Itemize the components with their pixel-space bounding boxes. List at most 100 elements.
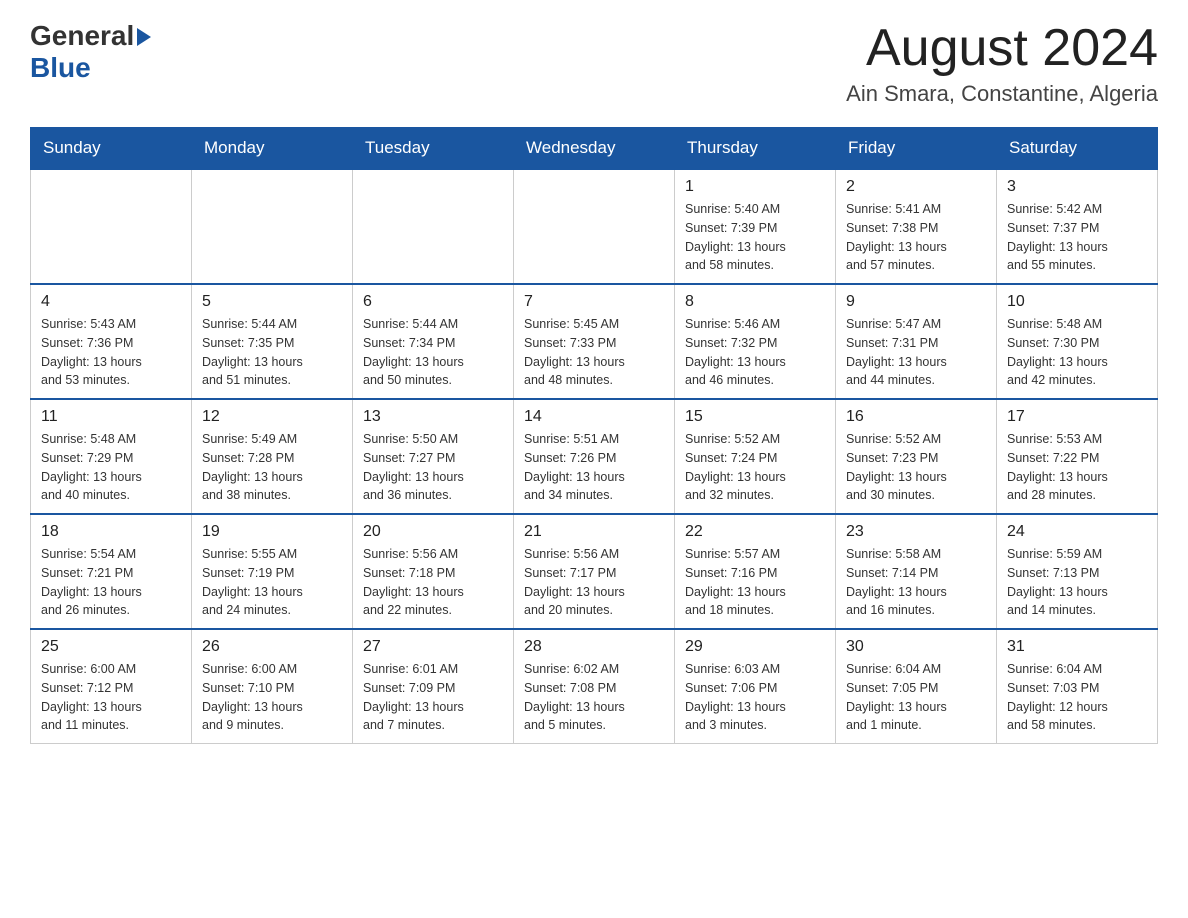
day-cell-4-5: 22 Sunrise: 5:57 AMSunset: 7:16 PMDayligh… — [675, 514, 836, 629]
day-number: 12 — [202, 408, 342, 426]
logo-blue-text: Blue — [30, 52, 91, 84]
day-info: Sunrise: 5:58 AMSunset: 7:14 PMDaylight:… — [846, 545, 986, 620]
day-info: Sunrise: 5:46 AMSunset: 7:32 PMDaylight:… — [685, 315, 825, 390]
day-info: Sunrise: 6:02 AMSunset: 7:08 PMDaylight:… — [524, 660, 664, 735]
day-cell-2-7: 10 Sunrise: 5:48 AMSunset: 7:30 PMDayligh… — [997, 284, 1158, 399]
day-cell-2-6: 9 Sunrise: 5:47 AMSunset: 7:31 PMDaylight… — [836, 284, 997, 399]
day-info: Sunrise: 5:44 AMSunset: 7:35 PMDaylight:… — [202, 315, 342, 390]
day-number: 17 — [1007, 408, 1147, 426]
week-row-3: 11Sunrise: 5:48 AMSunset: 7:29 PMDayligh… — [31, 399, 1158, 514]
day-number: 13 — [363, 408, 503, 426]
day-cell-3-3: 13 Sunrise: 5:50 AMSunset: 7:27 PMDayligh… — [353, 399, 514, 514]
day-cell-3-6: 16Sunrise: 5:52 AMSunset: 7:23 PMDayligh… — [836, 399, 997, 514]
day-info: Sunrise: 5:40 AMSunset: 7:39 PMDaylight:… — [685, 200, 825, 275]
day-cell-4-2: 19 Sunrise: 5:55 AMSunset: 7:19 PMDayligh… — [192, 514, 353, 629]
day-info: Sunrise: 5:48 AMSunset: 7:29 PMDaylight:… — [41, 430, 181, 505]
day-info: Sunrise: 5:56 AMSunset: 7:17 PMDaylight:… — [524, 545, 664, 620]
day-info: Sunrise: 5:50 AMSunset: 7:27 PMDaylight:… — [363, 430, 503, 505]
day-info: Sunrise: 5:47 AMSunset: 7:31 PMDaylight:… — [846, 315, 986, 390]
week-row-1: 1 Sunrise: 5:40 AMSunset: 7:39 PMDaylight… — [31, 169, 1158, 284]
day-number: 21 — [524, 523, 664, 541]
day-number: 23 — [846, 523, 986, 541]
day-number: 15 — [685, 408, 825, 426]
day-info: Sunrise: 5:56 AMSunset: 7:18 PMDaylight:… — [363, 545, 503, 620]
day-info: Sunrise: 5:59 AMSunset: 7:13 PMDaylight:… — [1007, 545, 1147, 620]
header: General Blue August 2024 Ain Smara, Cons… — [30, 20, 1158, 107]
day-cell-5-7: 31 Sunrise: 6:04 AMSunset: 7:03 PMDayligh… — [997, 629, 1158, 744]
day-info: Sunrise: 5:49 AMSunset: 7:28 PMDaylight:… — [202, 430, 342, 505]
day-info: Sunrise: 6:04 AMSunset: 7:03 PMDaylight:… — [1007, 660, 1147, 735]
header-thursday: Thursday — [675, 128, 836, 170]
logo-text: General — [30, 20, 151, 52]
day-cell-1-5: 1 Sunrise: 5:40 AMSunset: 7:39 PMDaylight… — [675, 169, 836, 284]
day-info: Sunrise: 5:41 AMSunset: 7:38 PMDaylight:… — [846, 200, 986, 275]
day-cell-3-5: 15 Sunrise: 5:52 AMSunset: 7:24 PMDayligh… — [675, 399, 836, 514]
day-cell-4-3: 20 Sunrise: 5:56 AMSunset: 7:18 PMDayligh… — [353, 514, 514, 629]
day-cell-2-1: 4Sunrise: 5:43 AMSunset: 7:36 PMDaylight… — [31, 284, 192, 399]
day-cell-1-3 — [353, 169, 514, 284]
header-friday: Friday — [836, 128, 997, 170]
day-cell-5-3: 27 Sunrise: 6:01 AMSunset: 7:09 PMDayligh… — [353, 629, 514, 744]
header-monday: Monday — [192, 128, 353, 170]
day-info: Sunrise: 5:57 AMSunset: 7:16 PMDaylight:… — [685, 545, 825, 620]
day-cell-4-7: 24 Sunrise: 5:59 AMSunset: 7:13 PMDayligh… — [997, 514, 1158, 629]
day-cell-1-7: 3Sunrise: 5:42 AMSunset: 7:37 PMDaylight… — [997, 169, 1158, 284]
day-number: 8 — [685, 293, 825, 311]
day-cell-3-7: 17 Sunrise: 5:53 AMSunset: 7:22 PMDayligh… — [997, 399, 1158, 514]
day-info: Sunrise: 5:43 AMSunset: 7:36 PMDaylight:… — [41, 315, 181, 390]
day-cell-4-1: 18Sunrise: 5:54 AMSunset: 7:21 PMDayligh… — [31, 514, 192, 629]
day-info: Sunrise: 5:44 AMSunset: 7:34 PMDaylight:… — [363, 315, 503, 390]
day-number: 24 — [1007, 523, 1147, 541]
day-number: 20 — [363, 523, 503, 541]
day-info: Sunrise: 5:52 AMSunset: 7:24 PMDaylight:… — [685, 430, 825, 505]
day-number: 22 — [685, 523, 825, 541]
day-cell-2-5: 8 Sunrise: 5:46 AMSunset: 7:32 PMDaylight… — [675, 284, 836, 399]
day-info: Sunrise: 6:04 AMSunset: 7:05 PMDaylight:… — [846, 660, 986, 735]
day-number: 18 — [41, 523, 181, 541]
day-number: 25 — [41, 638, 181, 656]
day-cell-5-4: 28 Sunrise: 6:02 AMSunset: 7:08 PMDayligh… — [514, 629, 675, 744]
day-info: Sunrise: 5:55 AMSunset: 7:19 PMDaylight:… — [202, 545, 342, 620]
week-row-5: 25Sunrise: 6:00 AMSunset: 7:12 PMDayligh… — [31, 629, 1158, 744]
day-cell-1-1 — [31, 169, 192, 284]
day-number: 10 — [1007, 293, 1147, 311]
day-cell-4-4: 21 Sunrise: 5:56 AMSunset: 7:17 PMDayligh… — [514, 514, 675, 629]
title-area: August 2024 Ain Smara, Constantine, Alge… — [846, 20, 1158, 107]
day-cell-4-6: 23 Sunrise: 5:58 AMSunset: 7:14 PMDayligh… — [836, 514, 997, 629]
day-cell-5-5: 29Sunrise: 6:03 AMSunset: 7:06 PMDayligh… — [675, 629, 836, 744]
calendar-table: Sunday Monday Tuesday Wednesday Thursday… — [30, 127, 1158, 744]
day-number: 7 — [524, 293, 664, 311]
day-info: Sunrise: 6:00 AMSunset: 7:10 PMDaylight:… — [202, 660, 342, 735]
day-cell-3-2: 12 Sunrise: 5:49 AMSunset: 7:28 PMDayligh… — [192, 399, 353, 514]
day-info: Sunrise: 5:48 AMSunset: 7:30 PMDaylight:… — [1007, 315, 1147, 390]
day-number: 19 — [202, 523, 342, 541]
day-cell-5-2: 26 Sunrise: 6:00 AMSunset: 7:10 PMDayligh… — [192, 629, 353, 744]
day-number: 31 — [1007, 638, 1147, 656]
header-sunday: Sunday — [31, 128, 192, 170]
day-number: 1 — [685, 178, 825, 196]
day-number: 29 — [685, 638, 825, 656]
day-info: Sunrise: 5:53 AMSunset: 7:22 PMDaylight:… — [1007, 430, 1147, 505]
day-cell-2-3: 6 Sunrise: 5:44 AMSunset: 7:34 PMDaylight… — [353, 284, 514, 399]
day-number: 3 — [1007, 178, 1147, 196]
day-number: 6 — [363, 293, 503, 311]
header-saturday: Saturday — [997, 128, 1158, 170]
day-cell-1-4 — [514, 169, 675, 284]
subtitle: Ain Smara, Constantine, Algeria — [846, 81, 1158, 107]
day-cell-2-2: 5Sunrise: 5:44 AMSunset: 7:35 PMDaylight… — [192, 284, 353, 399]
logo: General Blue — [30, 20, 151, 84]
day-cell-5-1: 25Sunrise: 6:00 AMSunset: 7:12 PMDayligh… — [31, 629, 192, 744]
day-cell-5-6: 30Sunrise: 6:04 AMSunset: 7:05 PMDayligh… — [836, 629, 997, 744]
day-number: 26 — [202, 638, 342, 656]
day-number: 27 — [363, 638, 503, 656]
day-cell-1-6: 2Sunrise: 5:41 AMSunset: 7:38 PMDaylight… — [836, 169, 997, 284]
day-info: Sunrise: 6:01 AMSunset: 7:09 PMDaylight:… — [363, 660, 503, 735]
week-row-2: 4Sunrise: 5:43 AMSunset: 7:36 PMDaylight… — [31, 284, 1158, 399]
logo-arrow — [137, 28, 151, 46]
day-cell-3-4: 14Sunrise: 5:51 AMSunset: 7:26 PMDayligh… — [514, 399, 675, 514]
header-tuesday: Tuesday — [353, 128, 514, 170]
day-number: 28 — [524, 638, 664, 656]
day-cell-2-4: 7Sunrise: 5:45 AMSunset: 7:33 PMDaylight… — [514, 284, 675, 399]
day-number: 9 — [846, 293, 986, 311]
weekday-header-row: Sunday Monday Tuesday Wednesday Thursday… — [31, 128, 1158, 170]
